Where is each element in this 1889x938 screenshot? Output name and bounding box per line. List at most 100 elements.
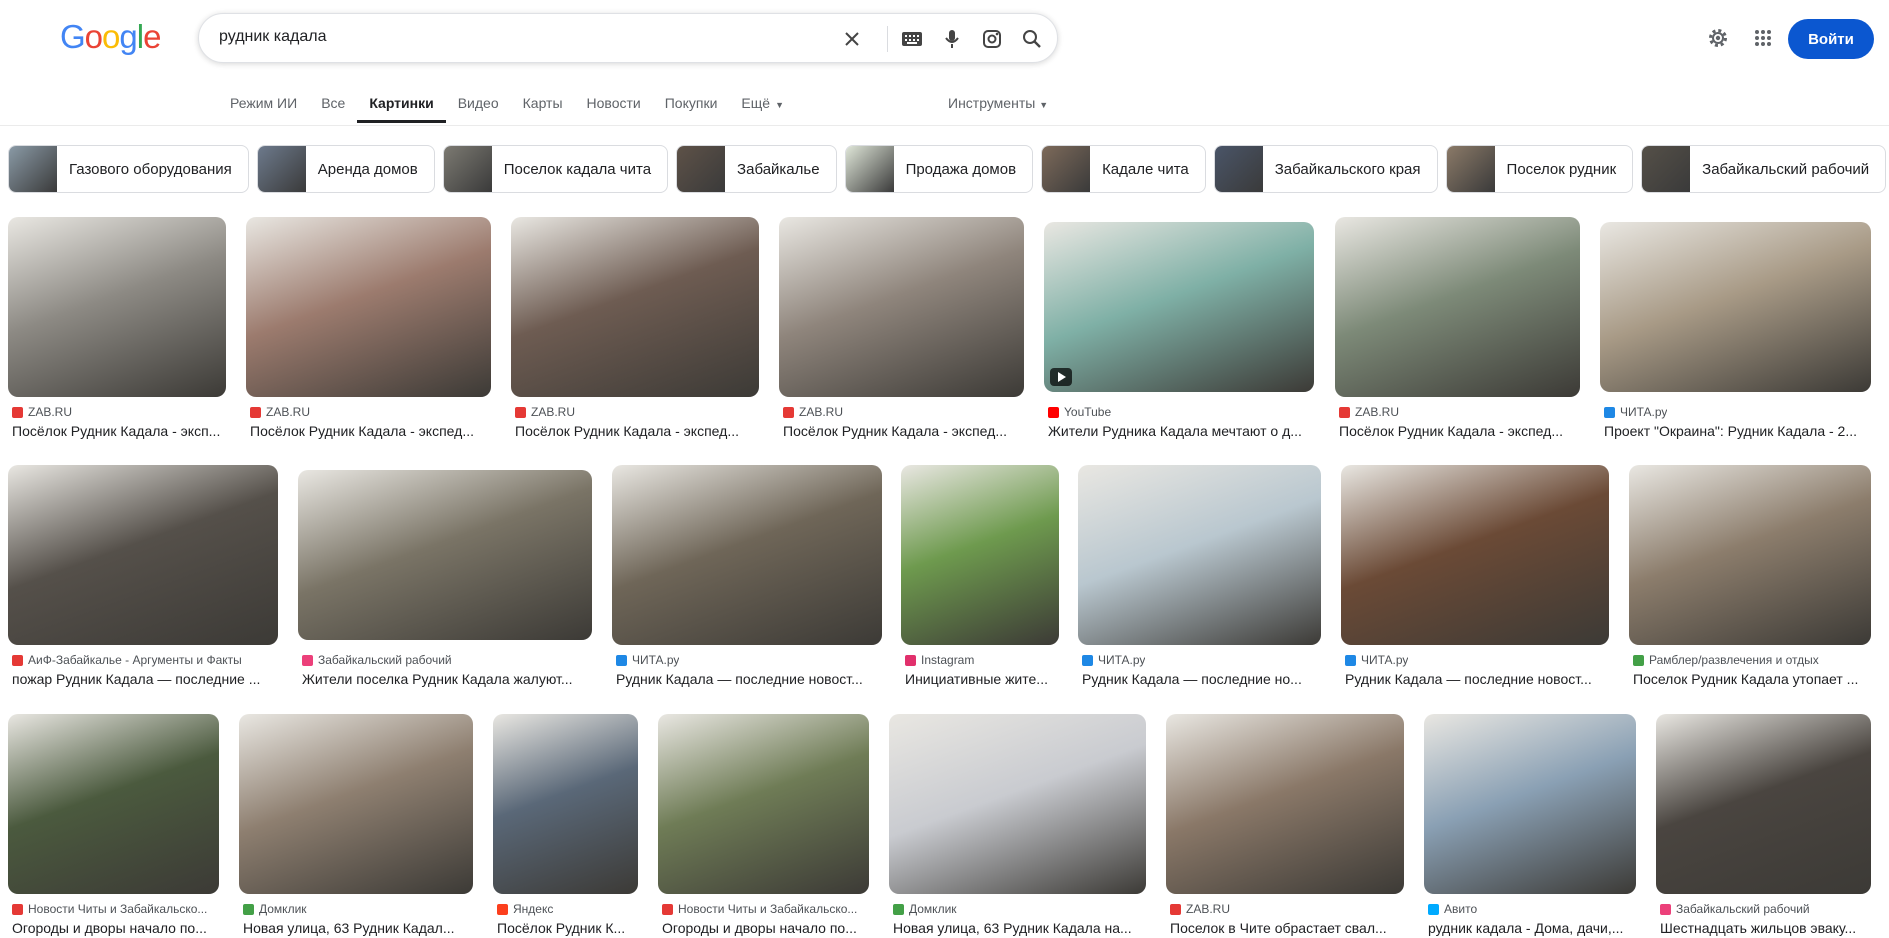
result-title[interactable]: Огороды и дворы начало по... [662, 920, 869, 936]
related-chip[interactable]: Забайкалье [676, 145, 837, 193]
result-thumbnail[interactable] [1341, 465, 1609, 645]
result-source[interactable]: ZAB.RU [1339, 405, 1580, 419]
apps-grid-icon[interactable] [1749, 24, 1777, 52]
related-chip[interactable]: Кадале чита [1041, 145, 1206, 193]
result-source[interactable]: ЧИТА.ру [1604, 405, 1871, 419]
result-source[interactable]: Новости Читы и Забайкальско... [12, 902, 219, 916]
tab-3[interactable]: Видео [446, 93, 511, 123]
tab-0[interactable]: Режим ИИ [218, 93, 309, 123]
result-source[interactable]: Авито [1428, 902, 1636, 916]
result-title[interactable]: Огороды и дворы начало по... [12, 920, 219, 936]
result-source[interactable]: ZAB.RU [515, 405, 759, 419]
result-thumbnail[interactable] [901, 465, 1059, 645]
result-source[interactable]: Забайкальский рабочий [302, 653, 592, 667]
result-thumbnail[interactable] [658, 714, 869, 894]
result-thumbnail[interactable] [889, 714, 1146, 894]
result-title[interactable]: Посёлок Рудник К... [497, 920, 638, 936]
result-source[interactable]: Домклик [893, 902, 1146, 916]
result-thumbnail[interactable] [239, 714, 473, 894]
search-input[interactable] [219, 28, 799, 46]
result-title[interactable]: пожар Рудник Кадала — последние ... [12, 671, 278, 687]
related-chip[interactable]: Поселок кадала чита [442, 145, 669, 193]
result-title[interactable]: Посёлок Рудник Кадала - экспед... [783, 423, 1024, 439]
result-thumbnail[interactable] [1078, 465, 1321, 645]
result-thumbnail[interactable] [1166, 714, 1404, 894]
result-thumbnail[interactable] [8, 465, 278, 645]
settings-gear-icon[interactable] [1704, 24, 1732, 52]
result-source[interactable]: ZAB.RU [783, 405, 1024, 419]
result-title[interactable]: Жители Рудника Кадала мечтают о д... [1048, 423, 1314, 439]
result-title[interactable]: Посёлок Рудник Кадала - экспед... [515, 423, 759, 439]
result-title[interactable]: Посёлок Рудник Кадала - экспед... [1339, 423, 1580, 439]
result-thumbnail[interactable] [511, 217, 759, 397]
result-source[interactable]: ZAB.RU [12, 405, 226, 419]
tab-2[interactable]: Картинки [357, 93, 446, 123]
result-source[interactable]: ZAB.RU [250, 405, 491, 419]
related-chip[interactable]: Поселок рудник [1445, 145, 1634, 193]
result-title[interactable]: Рудник Кадала — последние новост... [616, 671, 882, 687]
result-title[interactable]: Проект "Окраина": Рудник Кадала - 2... [1604, 423, 1871, 439]
result-title[interactable]: Посёлок Рудник Кадала - эксп... [12, 423, 226, 439]
result-thumbnail[interactable] [246, 217, 491, 397]
related-chip[interactable]: Забайкальский рабочий [1641, 145, 1887, 193]
result-thumbnail[interactable] [1424, 714, 1636, 894]
result-title[interactable]: Поселок в Чите обрастает свал... [1170, 920, 1404, 936]
result-thumbnail[interactable] [1044, 222, 1314, 392]
result-thumbnail[interactable] [1656, 714, 1871, 894]
result-title[interactable]: Новая улица, 63 Рудник Кадала на... [893, 920, 1146, 936]
result-title[interactable]: Посёлок Рудник Кадала - экспед... [250, 423, 491, 439]
result-title[interactable]: Инициативные жите... [905, 671, 1059, 687]
related-chip[interactable]: Аренда домов [256, 145, 435, 193]
related-chip[interactable]: Продажа домов [844, 145, 1034, 193]
result-title[interactable]: Рудник Кадала — последние новост... [1345, 671, 1609, 687]
search-icon[interactable] [1019, 26, 1045, 52]
result-title[interactable]: Поселок Рудник Кадала утопает ... [1633, 671, 1871, 687]
tab-5[interactable]: Новости [575, 93, 653, 123]
result-source[interactable]: ZAB.RU [1170, 902, 1404, 916]
result-title[interactable]: Рудник Кадала — последние но... [1082, 671, 1321, 687]
result-thumbnail[interactable] [1600, 222, 1871, 392]
result-source[interactable]: ЧИТА.ру [616, 653, 882, 667]
lens-camera-icon[interactable] [979, 26, 1005, 52]
result-source[interactable]: Домклик [243, 902, 473, 916]
result-source[interactable]: Рамблер/развлечения и отдых [1633, 653, 1871, 667]
result-source-label: ZAB.RU [531, 405, 576, 419]
tools-menu[interactable]: Инструменты ▼ [948, 95, 1048, 111]
result-source[interactable]: Instagram [905, 653, 1059, 667]
login-button[interactable]: Войти [1788, 19, 1874, 59]
clear-icon[interactable] [839, 26, 865, 52]
tab-1[interactable]: Все [309, 93, 357, 123]
chip-thumbnail [1042, 146, 1091, 192]
microphone-icon[interactable] [939, 26, 965, 52]
result-source[interactable]: Яндекс [497, 902, 638, 916]
result-thumbnail[interactable] [1629, 465, 1871, 645]
result-title[interactable]: Жители поселка Рудник Кадала жалуют... [302, 671, 592, 687]
tab-7[interactable]: Ещё ▼ [729, 93, 796, 123]
result-source-label: Домклик [259, 902, 307, 916]
tab-6[interactable]: Покупки [653, 93, 730, 123]
result-thumbnail[interactable] [8, 217, 226, 397]
result-source[interactable]: ЧИТА.ру [1082, 653, 1321, 667]
tabs-divider [0, 125, 1889, 126]
related-chip[interactable]: Газового оборудования [8, 145, 249, 193]
result-thumbnail[interactable] [8, 714, 219, 894]
result-thumbnail[interactable] [779, 217, 1024, 397]
tab-4[interactable]: Карты [511, 93, 575, 123]
chip-label: Аренда домов [317, 160, 418, 178]
result-title[interactable]: Новая улица, 63 Рудник Кадал... [243, 920, 473, 936]
result-source[interactable]: ЧИТА.ру [1345, 653, 1609, 667]
result-source[interactable]: YouTube [1048, 405, 1314, 419]
result-title[interactable]: рудник кадала - Дома, дачи,... [1428, 920, 1636, 936]
result-source[interactable]: Новости Читы и Забайкальско... [662, 902, 869, 916]
result-source[interactable]: АиФ-Забайкалье - Аргументы и Факты [12, 653, 278, 667]
result-source[interactable]: Забайкальский рабочий [1660, 902, 1871, 916]
result-thumbnail[interactable] [298, 470, 592, 640]
result-thumbnail[interactable] [612, 465, 882, 645]
keyboard-icon[interactable] [899, 26, 925, 52]
result-thumbnail[interactable] [493, 714, 638, 894]
related-chip[interactable]: Забайкальского края [1213, 145, 1438, 193]
result-thumbnail[interactable] [1335, 217, 1580, 397]
result-title[interactable]: Шестнадцать жильцов эваку... [1660, 920, 1871, 936]
logo-letter: e [143, 18, 161, 55]
google-logo[interactable]: Google [60, 18, 161, 56]
